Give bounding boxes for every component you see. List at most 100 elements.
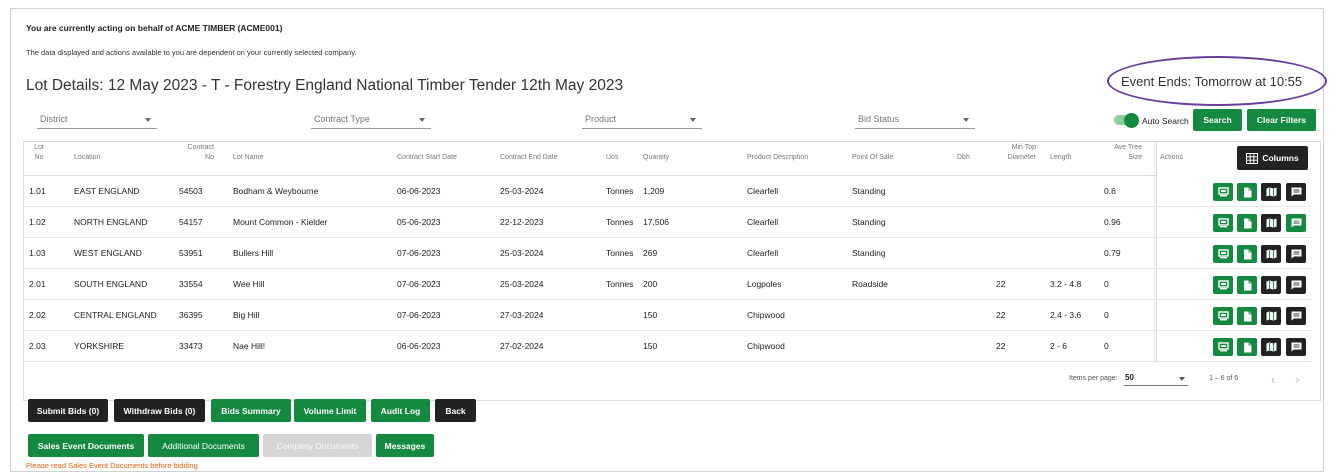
toggle-knob <box>1124 112 1139 128</box>
monitor-icon[interactable] <box>1213 338 1233 356</box>
search-button[interactable]: Search <box>1193 109 1242 131</box>
header-text: No <box>34 154 44 161</box>
cell-min-top: 22 <box>996 279 1006 289</box>
map-icon[interactable] <box>1261 245 1281 263</box>
cell-contract-no: 36395 <box>179 310 203 320</box>
messages-button[interactable]: Messages <box>376 434 434 457</box>
submit-bids-button[interactable]: Submit Bids (0) <box>28 399 108 422</box>
contract-type-filter[interactable]: Contract Type <box>311 109 431 129</box>
monitor-icon[interactable] <box>1213 183 1233 201</box>
cell-point-of-sale: Standing <box>852 217 886 227</box>
product-filter[interactable]: Product <box>582 109 702 129</box>
cell-start-date: 05-06-2023 <box>397 217 441 227</box>
cell-min-top: 22 <box>996 341 1006 351</box>
header-length[interactable]: Length <box>1050 153 1071 163</box>
message-icon[interactable] <box>1286 276 1306 294</box>
monitor-icon[interactable] <box>1213 307 1233 325</box>
clear-filters-button[interactable]: Clear Filters <box>1247 109 1316 131</box>
header-contract-no[interactable]: Contract No <box>172 143 214 163</box>
cell-location: YORKSHIRE <box>74 341 125 351</box>
cell-length: 2.4 - 3.6 <box>1050 310 1082 320</box>
cell-quantity: 200 <box>643 279 658 289</box>
additional-documents-button[interactable]: Additional Documents <box>148 434 259 457</box>
audit-log-button[interactable]: Audit Log <box>371 399 430 422</box>
header-point-of-sale[interactable]: Point Of Sale <box>852 153 893 163</box>
header-min-top-diameter[interactable]: Min Top Diameter <box>992 143 1036 163</box>
cell-product: Clearfell <box>747 248 779 258</box>
items-per-page-select[interactable]: 50 <box>1124 372 1188 386</box>
district-filter-label: District <box>40 114 68 124</box>
bids-summary-button[interactable]: Bids Summary <box>211 399 291 422</box>
map-icon[interactable] <box>1261 307 1281 325</box>
header-uos[interactable]: Uos <box>606 153 618 163</box>
header-lot-name[interactable]: Lot Name <box>233 153 263 163</box>
monitor-icon[interactable] <box>1213 276 1233 294</box>
message-icon[interactable] <box>1286 338 1306 356</box>
cell-lot-name: Nae Hill! <box>233 341 266 351</box>
document-icon[interactable] <box>1237 245 1257 263</box>
bid-status-filter-label: Bid Status <box>858 114 900 124</box>
message-icon[interactable] <box>1286 307 1306 325</box>
data-dependency-notice: The data displayed and actions available… <box>26 48 357 57</box>
header-text: Min Top <box>1011 144 1036 151</box>
cell-product: Chipwood <box>747 341 785 351</box>
map-icon[interactable] <box>1261 276 1281 294</box>
auto-search-toggle[interactable] <box>1114 112 1139 128</box>
monitor-icon[interactable] <box>1213 245 1233 263</box>
header-lot-no[interactable]: Lot No <box>29 143 49 163</box>
cell-start-date: 06-06-2023 <box>397 341 441 351</box>
cell-location: CENTRAL ENGLAND <box>74 310 157 320</box>
document-icon[interactable] <box>1237 338 1257 356</box>
map-icon[interactable] <box>1261 338 1281 356</box>
header-text: Contract <box>187 144 214 151</box>
cell-lot-no: 2.01 <box>29 279 46 289</box>
cell-ave-tree-size: 0.96 <box>1104 217 1121 227</box>
cell-contract-no: 53951 <box>179 248 203 258</box>
header-product-description[interactable]: Product Description <box>747 153 808 163</box>
cell-end-date: 25-03-2024 <box>500 279 544 289</box>
auto-search-label: Auto Search <box>1142 116 1189 126</box>
document-icon[interactable] <box>1237 214 1257 232</box>
monitor-icon[interactable] <box>1213 214 1233 232</box>
document-icon[interactable] <box>1237 276 1257 294</box>
header-contract-start-date[interactable]: Contract Start Date <box>397 153 457 163</box>
withdraw-bids-button[interactable]: Withdraw Bids (0) <box>114 399 205 422</box>
chevron-left-icon[interactable]: ‹ <box>1271 372 1275 387</box>
cell-quantity: 150 <box>643 341 658 351</box>
cell-contract-no: 54157 <box>179 217 203 227</box>
map-icon[interactable] <box>1261 183 1281 201</box>
header-actions: Actions <box>1160 154 1183 161</box>
product-filter-label: Product <box>585 114 617 124</box>
pager-range: 1 – 6 of 6 <box>1209 375 1239 382</box>
document-icon[interactable] <box>1237 307 1257 325</box>
cell-ave-tree-size: 0 <box>1104 341 1109 351</box>
header-quantity[interactable]: Quantity <box>643 153 669 163</box>
document-icon[interactable] <box>1237 183 1257 201</box>
cell-location: WEST ENGLAND <box>74 248 142 258</box>
header-location[interactable]: Location <box>74 153 100 163</box>
cell-contract-no: 33473 <box>179 341 203 351</box>
cell-quantity: 17,506 <box>643 217 669 227</box>
company-documents-button: Company Documents <box>263 434 372 457</box>
district-filter[interactable]: District <box>37 109 157 129</box>
cell-quantity: 150 <box>643 310 658 320</box>
header-contract-end-date[interactable]: Contract End Date <box>500 153 558 163</box>
cell-lot-name: Wee Hill <box>233 279 265 289</box>
header-dbh[interactable]: Dbh <box>957 153 970 163</box>
message-icon[interactable] <box>1286 245 1306 263</box>
map-icon[interactable] <box>1261 214 1281 232</box>
message-icon[interactable] <box>1286 214 1306 232</box>
sales-event-documents-button[interactable]: Sales Event Documents <box>28 434 144 457</box>
columns-button[interactable]: Columns <box>1237 146 1308 170</box>
header-text: Size <box>1128 154 1142 161</box>
volume-limit-button[interactable]: Volume Limit <box>294 399 366 422</box>
cell-lot-no: 2.02 <box>29 310 46 320</box>
header-ave-tree-size[interactable]: Ave Tree Size <box>1102 143 1142 163</box>
back-button[interactable]: Back <box>435 399 476 422</box>
cell-lot-no: 2.03 <box>29 341 46 351</box>
chevron-right-icon[interactable]: › <box>1295 372 1299 387</box>
bid-status-filter[interactable]: Bid Status <box>855 109 975 129</box>
message-icon[interactable] <box>1286 183 1306 201</box>
cell-end-date: 22-12-2023 <box>500 217 544 227</box>
cell-length: 2 - 6 <box>1050 341 1068 351</box>
